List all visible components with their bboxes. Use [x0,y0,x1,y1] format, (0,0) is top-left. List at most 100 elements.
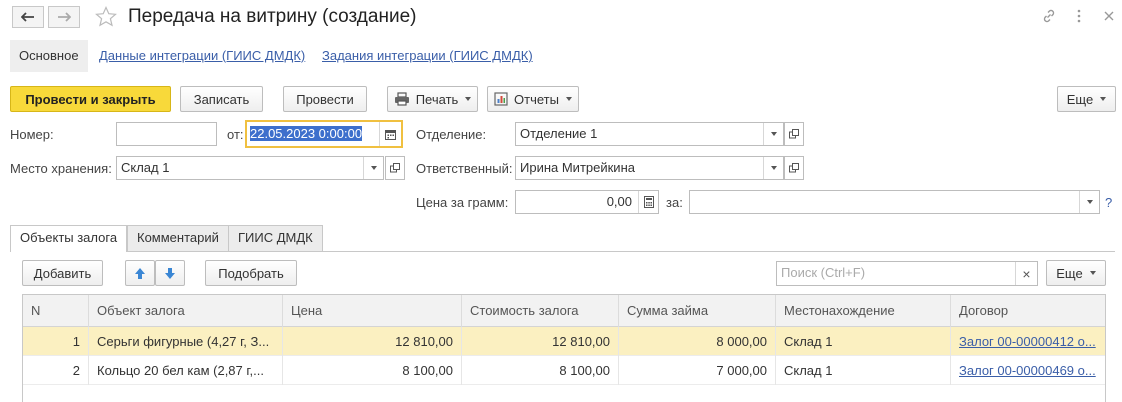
move-down-button[interactable] [155,260,185,286]
cell-price: 12 810,00 [283,327,462,356]
add-button[interactable]: Добавить [22,260,103,286]
cell-location: Склад 1 [776,356,951,385]
tab-comment[interactable]: Комментарий [127,225,229,251]
pick-button[interactable]: Подобрать [205,260,297,286]
table-header: N Объект залога Цена Стоимость залога Су… [23,295,1105,327]
storage-dropdown-button[interactable] [363,157,383,179]
section-main[interactable]: Основное [10,40,88,72]
printer-icon [394,92,409,106]
chevron-down-icon [770,132,777,136]
more-vertical-icon [1077,9,1081,23]
responsible-value: Ирина Митрейкина [520,160,635,175]
arrow-left-icon [21,12,34,22]
responsible-open-button[interactable] [784,156,804,180]
open-window-icon [789,163,799,173]
back-button[interactable] [12,6,44,28]
storage-label: Место хранения: [10,161,112,176]
cell-n: 2 [23,356,89,385]
column-header-price[interactable]: Цена [283,295,462,327]
date-value: 22.05.2023 0:00:00 [250,126,363,141]
reports-button[interactable]: Отчеты [487,86,579,112]
print-label: Печать [415,91,459,107]
post-and-close-button[interactable]: Провести и закрыть [10,86,171,112]
tab-giis-dmdk[interactable]: ГИИС ДМДК [228,225,323,251]
responsible-label: Ответственный: [416,161,513,176]
arrow-right-icon [58,12,71,22]
clear-search-button[interactable]: × [1015,262,1037,285]
section-integration-tasks[interactable]: Задания интеграции (ГИИС ДМДК) [322,40,533,72]
close-icon [1104,11,1114,21]
save-button[interactable]: Записать [180,86,263,112]
number-field[interactable] [116,122,217,146]
move-up-button[interactable] [125,260,155,286]
cell-loan: 7 000,00 [619,356,776,385]
menu-button[interactable] [1070,7,1088,25]
page-title: Передача на витрину (создание) [128,6,417,27]
table-more-label: Еще [1056,265,1083,281]
chevron-down-icon [1086,200,1093,204]
post-button[interactable]: Провести [283,86,367,112]
for-field[interactable] [689,190,1100,214]
calendar-icon [385,129,396,140]
price-label: Цена за грамм: [416,195,509,210]
column-header-contract[interactable]: Договор [951,295,1105,327]
cell-value: 8 100,00 [462,356,619,385]
cell-object: Серьги фигурные (4,27 г, З... [89,327,283,356]
link-button[interactable] [1040,7,1058,25]
print-button[interactable]: Печать [387,86,478,112]
cell-n: 1 [23,327,89,356]
table-more-button[interactable]: Еще [1046,260,1106,286]
date-field[interactable]: 22.05.2023 0:00:00 [245,120,403,148]
cell-contract-link[interactable]: Залог 00-00000412 о... [951,327,1105,356]
price-value: 0,00 [606,194,632,209]
chevron-down-icon [1100,97,1107,101]
branch-dropdown-button[interactable] [763,123,783,145]
open-window-icon [789,129,799,139]
close-icon: × [1022,265,1031,282]
chevron-down-icon [465,97,472,101]
storage-field[interactable]: Склад 1 [116,156,384,180]
calculator-button[interactable] [638,191,658,213]
column-header-n[interactable]: N [23,295,89,327]
column-header-location[interactable]: Местонахождение [776,295,951,327]
column-header-value[interactable]: Стоимость залога [462,295,619,327]
chevron-down-icon [1089,271,1096,275]
storage-open-button[interactable] [385,156,405,180]
column-header-object[interactable]: Объект залога [89,295,283,327]
branch-open-button[interactable] [784,122,804,146]
favorite-button[interactable] [94,5,118,29]
calendar-button[interactable] [379,122,401,146]
for-dropdown-button[interactable] [1079,191,1099,213]
branch-field[interactable]: Отделение 1 [515,122,784,146]
chevron-down-icon [770,166,777,170]
section-integration-data[interactable]: Данные интеграции (ГИИС ДМДК) [99,40,305,72]
calculator-icon [643,196,654,208]
table-row[interactable]: 2 Кольцо 20 бел кам (2,87 г,... 8 100,00… [23,356,1105,385]
arrow-down-icon [165,267,175,279]
cell-value: 12 810,00 [462,327,619,356]
close-button[interactable] [1100,7,1118,25]
more-button[interactable]: Еще [1057,86,1116,112]
for-label: за: [666,195,683,210]
collateral-table: N Объект залога Цена Стоимость залога Су… [22,294,1106,402]
column-header-loan[interactable]: Сумма займа [619,295,776,327]
forward-button[interactable] [48,6,80,28]
date-label: от: [227,127,244,142]
search-input[interactable]: Поиск (Ctrl+F) × [776,261,1038,286]
chevron-down-icon [370,166,377,170]
reports-label: Отчеты [514,91,559,107]
table-row[interactable]: 1 Серьги фигурные (4,27 г, З... 12 810,0… [23,327,1105,356]
arrow-up-icon [135,267,145,279]
cell-location: Склад 1 [776,327,951,356]
cell-price: 8 100,00 [283,356,462,385]
help-icon[interactable]: ? [1105,195,1112,210]
storage-value: Склад 1 [121,160,170,175]
responsible-field[interactable]: Ирина Митрейкина [515,156,784,180]
tab-collateral[interactable]: Объекты залога [10,225,128,252]
search-placeholder: Поиск (Ctrl+F) [781,265,866,280]
responsible-dropdown-button[interactable] [763,157,783,179]
cell-contract-link[interactable]: Залог 00-00000469 о... [951,356,1105,385]
price-field[interactable]: 0,00 [515,190,659,214]
branch-value: Отделение 1 [520,126,598,141]
more-label: Еще [1066,91,1094,107]
